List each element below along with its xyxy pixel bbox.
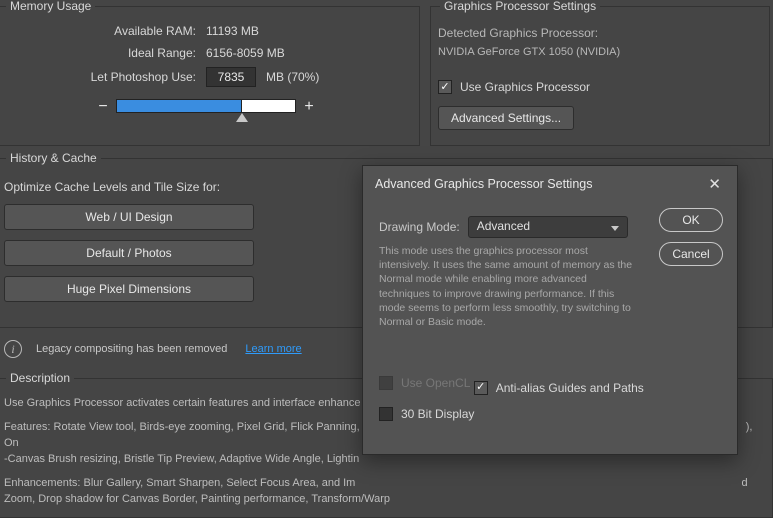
optimize-label: Optimize Cache Levels and Tile Size for: xyxy=(4,180,254,194)
antialias-checkbox[interactable]: Anti-alias Guides and Paths xyxy=(474,381,644,395)
huge-pixel-dimensions-button[interactable]: Huge Pixel Dimensions xyxy=(4,276,254,302)
desc-line4a: Enhancements: Blur Gallery, Smart Sharpe… xyxy=(4,477,355,489)
photoshop-ram-suffix: MB (70%) xyxy=(266,70,319,84)
history-cache-label: History & Cache xyxy=(6,151,101,165)
desc-line1: Use Graphics Processor activates certain… xyxy=(4,397,360,409)
checkbox-icon xyxy=(379,407,393,421)
use-opencl-label: Use OpenCL xyxy=(401,376,470,390)
cancel-button[interactable]: Cancel xyxy=(659,242,723,266)
desc-line4b: d xyxy=(741,477,747,489)
ideal-range-value: 6156-8059 MB xyxy=(206,46,285,60)
desc-line2a: Features: Rotate View tool, Birds-eye zo… xyxy=(4,421,363,433)
checkbox-icon xyxy=(379,376,393,390)
drawing-mode-label: Drawing Mode: xyxy=(379,220,460,234)
desc-line3: -Canvas Brush resizing, Bristle Tip Prev… xyxy=(4,453,359,465)
info-icon: i xyxy=(4,340,22,358)
detected-gpu-value: NVIDIA GeForce GTX 1050 (NVIDIA) xyxy=(438,46,620,58)
available-ram-value: 11193 MB xyxy=(206,24,259,38)
description-label: Description xyxy=(6,371,74,385)
gpu-settings-label: Graphics Processor Settings xyxy=(440,0,600,13)
drawing-mode-select[interactable]: Advanced xyxy=(468,216,628,238)
antialias-label: Anti-alias Guides and Paths xyxy=(496,381,644,395)
learn-more-link[interactable]: Learn more xyxy=(245,343,301,355)
desc-line5: Zoom, Drop shadow for Canvas Border, Pai… xyxy=(4,493,390,505)
checkbox-icon xyxy=(474,381,488,395)
minus-icon[interactable]: − xyxy=(94,98,112,116)
modal-title: Advanced Graphics Processor Settings xyxy=(375,177,592,191)
ok-button[interactable]: OK xyxy=(659,208,723,232)
use-gpu-label: Use Graphics Processor xyxy=(460,80,590,94)
available-ram-label: Available RAM: xyxy=(0,24,196,38)
advanced-gpu-modal: Advanced Graphics Processor Settings ✕ O… xyxy=(362,165,738,455)
checkbox-icon xyxy=(438,80,452,94)
drawing-mode-value: Advanced xyxy=(477,219,530,233)
photoshop-ram-input[interactable] xyxy=(206,67,256,87)
thirty-bit-checkbox[interactable]: 30 Bit Display xyxy=(379,407,474,421)
use-gpu-checkbox[interactable]: Use Graphics Processor xyxy=(438,80,590,94)
memory-usage-label: Memory Usage xyxy=(6,0,95,13)
ideal-range-label: Ideal Range: xyxy=(0,46,196,60)
let-photoshop-use-label: Let Photoshop Use: xyxy=(0,70,196,84)
ram-slider[interactable]: − + xyxy=(94,98,318,116)
detected-gpu-label: Detected Graphics Processor: xyxy=(438,26,620,40)
legacy-compositing-text: Legacy compositing has been removed xyxy=(36,343,227,355)
advanced-settings-button[interactable]: Advanced Settings... xyxy=(438,106,574,130)
plus-icon[interactable]: + xyxy=(300,98,318,116)
thirty-bit-label: 30 Bit Display xyxy=(401,407,474,421)
use-opencl-checkbox: Use OpenCL xyxy=(379,376,470,390)
web-ui-design-button[interactable]: Web / UI Design xyxy=(4,204,254,230)
drawing-mode-description: This mode uses the graphics processor mo… xyxy=(379,244,637,329)
close-icon[interactable]: ✕ xyxy=(704,175,725,193)
default-photos-button[interactable]: Default / Photos xyxy=(4,240,254,266)
